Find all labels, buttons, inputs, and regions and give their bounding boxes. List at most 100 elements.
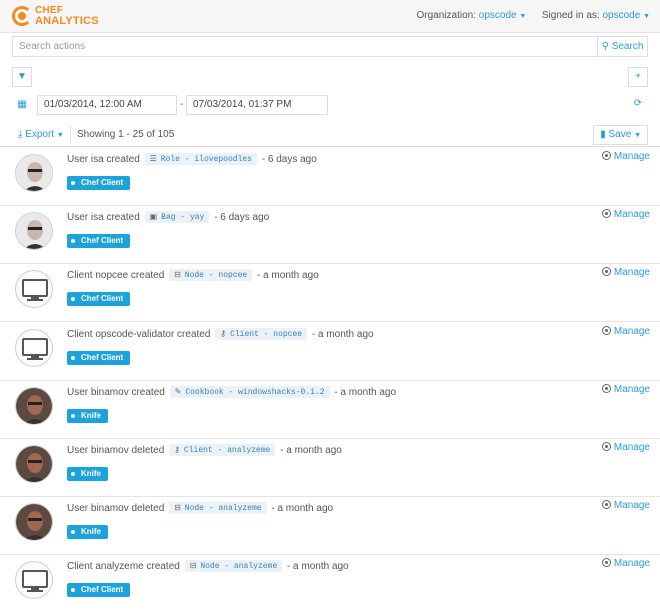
refresh-button[interactable]: ⟳ xyxy=(628,95,648,115)
action-time: - a month ago xyxy=(309,328,374,340)
source-tag[interactable]: Chef Client xyxy=(67,350,131,365)
manage-label: Manage xyxy=(613,209,650,221)
user-avatar xyxy=(15,386,53,425)
object-link[interactable]: ⚷ Client - analyzeme xyxy=(169,444,276,456)
node-icon: ⊟ xyxy=(174,503,181,513)
client-avatar xyxy=(15,561,53,600)
export-label: Export xyxy=(25,129,55,140)
feed-row: User isa created ☰ Role - ilovepoodles - … xyxy=(0,148,660,206)
manage-link[interactable]: Manage xyxy=(601,267,650,279)
action-summary: User isa created ☰ Role - ilovepoodles - … xyxy=(67,153,317,165)
save-label: Save xyxy=(608,129,632,140)
user-dropdown[interactable]: opscode ▼ xyxy=(602,10,650,21)
action-time: - a month ago xyxy=(277,445,342,456)
object-link[interactable]: ⊟ Node - analyzeme xyxy=(169,502,267,515)
feed-row: User binamov deleted ⊟ Node - analyzeme -… xyxy=(0,497,660,556)
end-date-input[interactable]: 07/03/2014, 01:37 PM xyxy=(186,95,328,115)
manage-label: Manage xyxy=(613,267,650,279)
chevron-down-icon: ▼ xyxy=(634,132,641,139)
action-summary: User binamov created ✎ Cookbook - windows… xyxy=(67,385,397,398)
object-link[interactable]: ✎ Cookbook - windowshacks-0.1.2 xyxy=(169,385,330,398)
object-link[interactable]: ⊟ Node - nopcee xyxy=(169,269,253,282)
action-actor: User binamov deleted xyxy=(67,503,168,515)
action-feed: User isa created ☰ Role - ilovepoodles - … xyxy=(0,148,660,610)
source-tag[interactable]: Chef Client xyxy=(67,583,131,598)
action-summary: User binamov deleted ⊟ Node - analyzeme -… xyxy=(67,502,333,515)
source-tag[interactable]: Chef Client xyxy=(67,234,131,249)
client-avatar xyxy=(15,270,53,309)
source-tag[interactable]: Knife xyxy=(67,525,108,540)
object-link[interactable]: ⚷ Client - nopcee xyxy=(215,327,308,340)
search-icon: ⚲ xyxy=(601,41,609,52)
gear-icon xyxy=(601,558,611,568)
search-button[interactable]: ⚲ Search xyxy=(598,36,648,57)
user-photo xyxy=(16,213,52,250)
source-tag[interactable]: Chef Client xyxy=(67,176,131,190)
object-link[interactable]: ☰ Role - ilovepoodles xyxy=(144,153,257,165)
signed-in-value: opscode xyxy=(602,10,641,21)
filter-button[interactable]: ▼ xyxy=(12,67,32,87)
source-tag[interactable]: Knife xyxy=(67,408,108,423)
object-name: Client - analyzeme xyxy=(183,446,271,455)
organization-dropdown[interactable]: opscode ▼ xyxy=(479,10,527,21)
chef-logo-dot xyxy=(18,12,26,20)
action-actor: User isa created xyxy=(67,212,143,224)
source-tag[interactable]: Chef Client xyxy=(67,292,131,307)
manage-link[interactable]: Manage xyxy=(601,383,650,395)
client-avatar xyxy=(15,328,53,367)
action-time: - a month ago xyxy=(254,270,319,282)
object-name: Bag - yay xyxy=(161,213,205,223)
search-input[interactable] xyxy=(13,37,597,56)
object-name: Node - analyzeme xyxy=(200,562,278,572)
object-name: Node - nopcee xyxy=(184,271,248,281)
add-button[interactable]: + xyxy=(628,67,648,87)
action-time: - a month ago xyxy=(331,386,397,398)
gear-icon xyxy=(601,383,611,393)
manage-link[interactable]: Manage xyxy=(601,500,650,512)
result-count: Showing 1 - 25 of 105 xyxy=(77,129,175,140)
object-name: Role - ilovepoodles xyxy=(160,155,252,164)
action-actor: Client nopcee created xyxy=(67,270,168,282)
feed-row: User isa created ▣ Bag - yay - 6 days ago… xyxy=(0,206,660,265)
manage-link[interactable]: Manage xyxy=(601,151,650,162)
user-avatar xyxy=(15,212,53,251)
feed-row: Client opscode-validator created ⚷ Client… xyxy=(0,322,660,381)
header-account: Organization: opscode ▼ Signed in as: op… xyxy=(417,10,651,21)
manage-link[interactable]: Manage xyxy=(601,442,650,453)
action-actor: Client analyzeme created xyxy=(67,561,183,573)
feed-row: User binamov created ✎ Cookbook - windows… xyxy=(0,380,660,439)
bookmark-icon: ▮ xyxy=(600,129,606,140)
manage-link[interactable]: Manage xyxy=(601,558,650,569)
signed-in-label: Signed in as: xyxy=(541,10,600,21)
manage-link[interactable]: Manage xyxy=(601,209,650,221)
manage-label: Manage xyxy=(613,383,650,395)
action-summary: User isa created ▣ Bag - yay - 6 days ago xyxy=(67,211,269,224)
computer-icon xyxy=(22,279,48,302)
organization-value: opscode xyxy=(478,10,517,21)
action-summary: Client opscode-validator created ⚷ Client… xyxy=(67,327,374,340)
action-time: - 6 days ago xyxy=(258,154,317,165)
organization-label: Organization: xyxy=(416,10,476,21)
save-dropdown[interactable]: ▮ Save ▼ xyxy=(593,125,648,145)
calendar-icon[interactable]: ▦ xyxy=(12,96,32,114)
start-date-input[interactable]: 01/03/2014, 12:00 AM xyxy=(37,95,177,115)
manage-link[interactable]: Manage xyxy=(601,325,650,337)
feed-toolbar: ⤓ Export ▼ Showing 1 - 25 of 105 ▮ Save … xyxy=(0,123,660,147)
object-link[interactable]: ⊟ Node - analyzeme xyxy=(184,560,283,573)
chef-analytics-logo[interactable]: CHEF ANALYTICS xyxy=(12,4,99,28)
date-separator: - xyxy=(180,99,184,110)
user-avatar xyxy=(15,503,53,542)
computer-icon xyxy=(22,337,48,360)
data-bag-icon: ▣ xyxy=(149,212,158,222)
manage-label: Manage xyxy=(613,500,650,512)
object-link[interactable]: ▣ Bag - yay xyxy=(144,211,210,224)
object-name: Node - analyzeme xyxy=(184,504,262,514)
user-avatar xyxy=(15,445,53,483)
search-box xyxy=(12,36,598,57)
action-summary: Client analyzeme created ⊟ Node - analyze… xyxy=(67,560,349,573)
key-icon: ⚷ xyxy=(174,445,180,454)
feed-row: User binamov deleted ⚷ Client - analyzeme… xyxy=(0,439,660,497)
user-photo xyxy=(16,387,52,424)
source-tag[interactable]: Knife xyxy=(67,467,108,481)
export-dropdown[interactable]: ⤓ Export ▼ xyxy=(12,126,71,144)
